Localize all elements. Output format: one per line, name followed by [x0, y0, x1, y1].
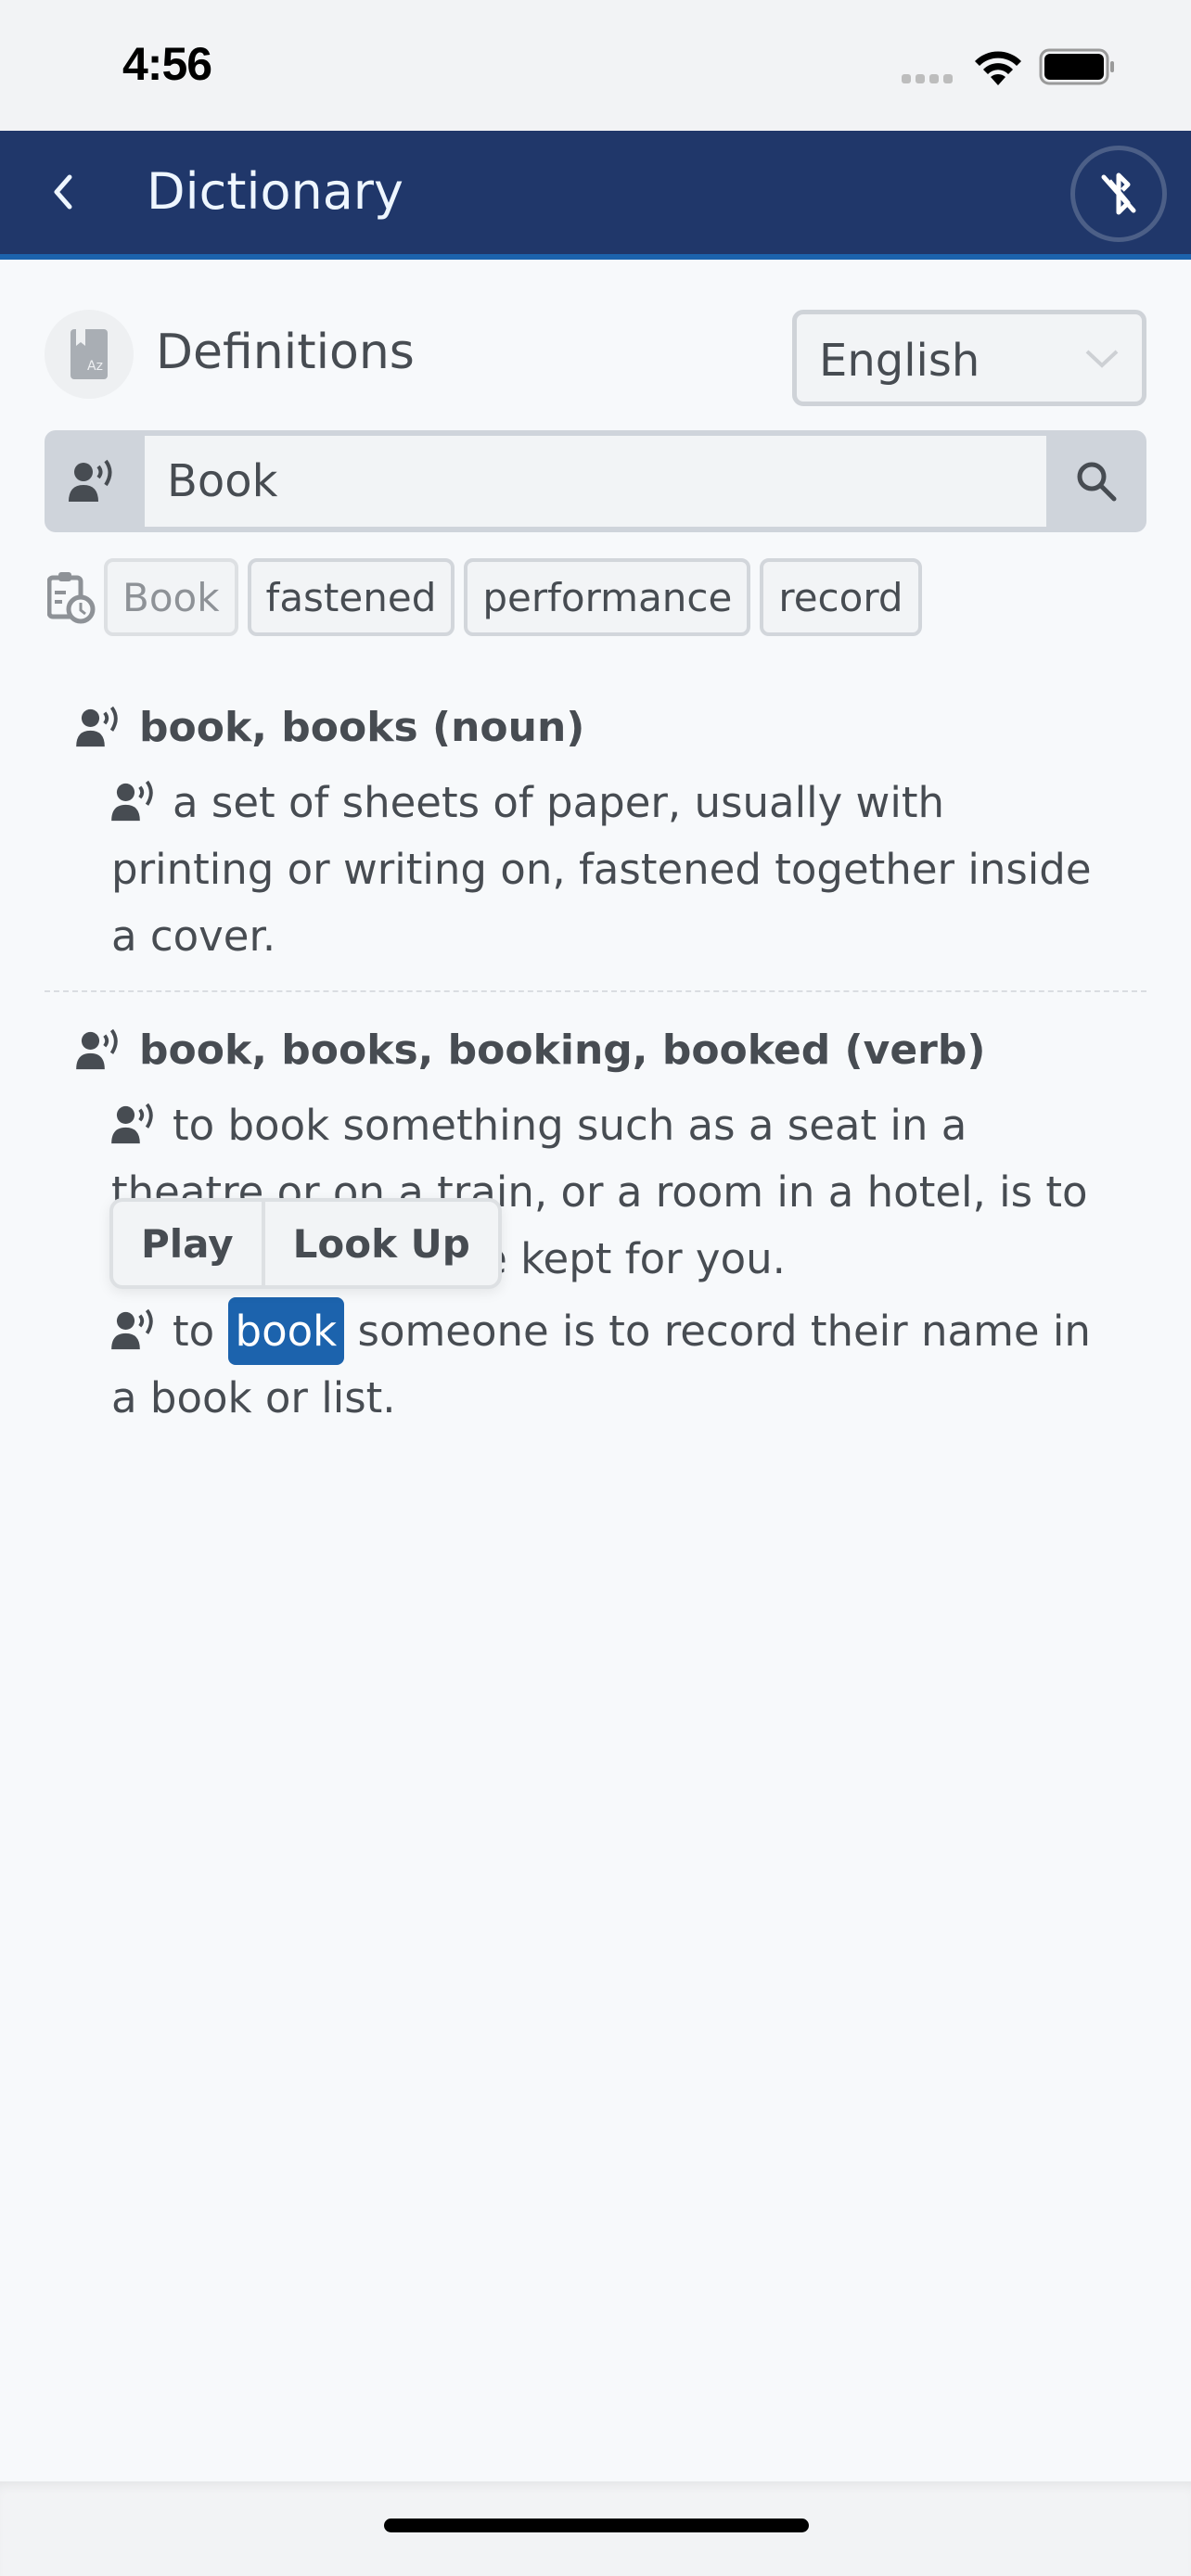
- home-indicator[interactable]: [384, 2519, 809, 2532]
- headword-text: book, books, booking, booked (verb): [139, 1026, 986, 1074]
- selected-word[interactable]: book: [227, 1297, 345, 1365]
- definitions-icon-badge: Az: [45, 310, 134, 399]
- look-up-button[interactable]: Look Up: [261, 1202, 498, 1285]
- status-time: 4:56: [122, 38, 212, 90]
- speak-search-button[interactable]: [45, 430, 145, 532]
- speaker-person-icon[interactable]: [111, 1103, 161, 1145]
- history-chip[interactable]: Book: [104, 558, 238, 636]
- svg-text:Az: Az: [87, 359, 103, 374]
- headword-row: book, books, booking, booked (verb): [45, 1013, 1146, 1087]
- definitions-title: Definitions: [156, 325, 415, 380]
- bluetooth-button[interactable]: [1070, 146, 1167, 242]
- selection-context-menu: Play Look Up: [109, 1198, 502, 1289]
- search-bar: [45, 430, 1146, 532]
- sense: a set of sheets of paper, usually with p…: [45, 770, 1146, 970]
- speaker-person-icon[interactable]: [111, 780, 161, 823]
- entry-noun: book, books (noun) a set of sheets of pa…: [45, 690, 1146, 990]
- speaker-person-icon[interactable]: [76, 706, 126, 748]
- bottom-safe-area: [0, 2481, 1191, 2576]
- history-chip[interactable]: performance: [464, 558, 751, 636]
- language-select[interactable]: English: [792, 310, 1146, 406]
- search-icon: [1077, 462, 1117, 502]
- dictionary-book-az-icon: Az: [70, 329, 108, 379]
- history-row: Book fastened performance record: [45, 558, 922, 636]
- play-button[interactable]: Play: [113, 1202, 262, 1285]
- signal-dots-icon: [902, 74, 953, 83]
- status-bar: 4:56: [0, 0, 1191, 131]
- definitions-header: Az Definitions English: [45, 310, 1146, 406]
- search-button[interactable]: [1046, 430, 1146, 532]
- history-icon-wrap: [45, 570, 98, 624]
- speaker-person-icon[interactable]: [76, 1028, 126, 1071]
- wifi-icon: [975, 51, 1021, 85]
- nav-bar: Dictionary: [0, 131, 1191, 260]
- bluetooth-disabled-icon: [1101, 172, 1136, 215]
- language-selected-value: English: [819, 335, 980, 387]
- search-input[interactable]: [145, 436, 1046, 527]
- headword-text: book, books (noun): [139, 703, 585, 751]
- history-chip[interactable]: record: [760, 558, 922, 636]
- chevron-left-icon: [54, 174, 72, 210]
- nav-title: Dictionary: [147, 162, 403, 221]
- sense-text-before: to: [173, 1307, 215, 1356]
- sense-text: a set of sheets of paper, usually with p…: [111, 778, 1092, 961]
- history-chip[interactable]: fastened: [247, 558, 455, 636]
- speaker-person-icon: [69, 459, 112, 502]
- battery-icon: [1039, 48, 1114, 85]
- back-button[interactable]: [37, 166, 89, 218]
- chevron-down-icon: [1085, 350, 1119, 368]
- clipboard-clock-icon: [47, 572, 96, 624]
- definition-entries: book, books (noun) a set of sheets of pa…: [45, 690, 1146, 1452]
- sense: to book someone is to record their name …: [45, 1297, 1146, 1432]
- headword-row: book, books (noun): [45, 690, 1146, 764]
- speaker-person-icon[interactable]: [111, 1308, 161, 1351]
